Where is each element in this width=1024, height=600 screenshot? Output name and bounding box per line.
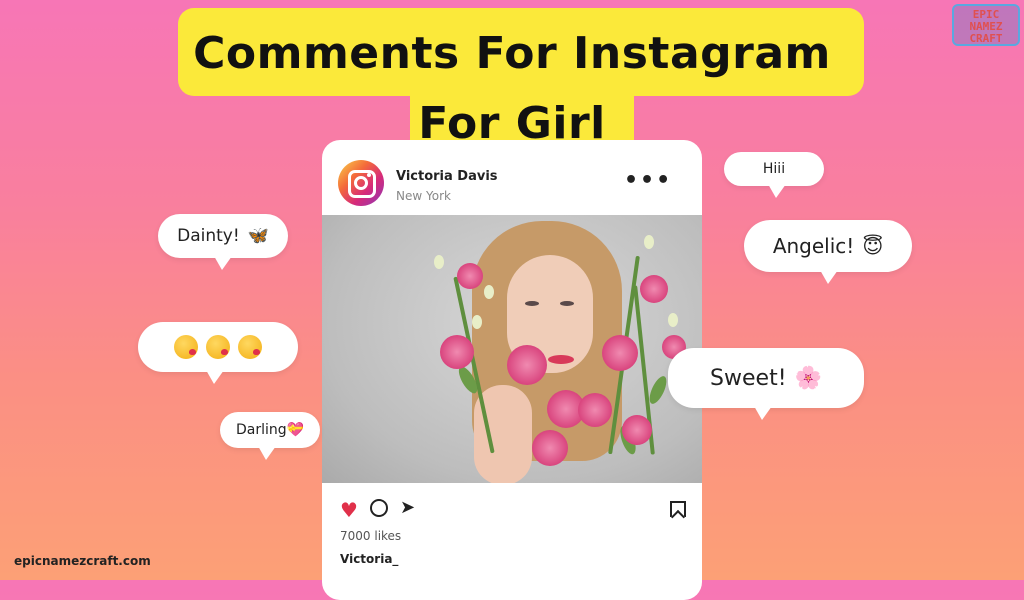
- flower-bud: [668, 313, 678, 327]
- flower-leaf: [646, 373, 670, 407]
- post-location: New York: [396, 189, 451, 203]
- comment-bubble-angelic: Angelic! 😇: [744, 220, 912, 284]
- flower-bud: [644, 235, 654, 249]
- heart-ribbon-icon: 💝: [286, 422, 305, 438]
- photo-eye-left: [525, 301, 539, 306]
- wink-kiss-icon: [238, 335, 262, 359]
- like-heart-icon[interactable]: ♥: [340, 498, 358, 522]
- bubble-text: Hiii: [762, 161, 786, 177]
- comment-bubble-darling: Darling 💝: [220, 412, 320, 460]
- wink-kiss-icon: [174, 335, 198, 359]
- instagram-post-card: Victoria Davis New York ••• ♥ ➤ 7000 lik…: [322, 140, 702, 600]
- flower: [578, 393, 612, 427]
- bubble-tail: [820, 270, 838, 284]
- photo-lips: [548, 355, 574, 364]
- flower: [602, 335, 638, 371]
- post-photo: [322, 215, 702, 483]
- site-url[interactable]: epicnamezcraft.com: [14, 554, 151, 568]
- post-username[interactable]: Victoria Davis: [396, 169, 498, 184]
- flower: [532, 430, 568, 466]
- comment-icon[interactable]: [370, 499, 388, 517]
- bubble-tail: [768, 184, 786, 198]
- bubble-text: Sweet!: [710, 365, 787, 391]
- wink-kiss-icon: [206, 335, 230, 359]
- flower-bud: [472, 315, 482, 329]
- more-options-icon[interactable]: •••: [624, 168, 672, 193]
- bookmark-icon[interactable]: [670, 501, 686, 517]
- cherry-blossom-icon: 🌸: [794, 365, 822, 391]
- flower-bud: [434, 255, 444, 269]
- flower: [622, 415, 652, 445]
- caption-username[interactable]: Victoria_: [340, 552, 398, 566]
- comment-bubble-hiii: Hiii: [724, 152, 824, 198]
- share-icon[interactable]: ➤: [400, 497, 415, 518]
- bubble-text: Angelic!: [772, 234, 855, 258]
- bubble-text: Dainty!: [177, 226, 240, 246]
- photo-eye-right: [560, 301, 574, 306]
- bubble-tail: [214, 256, 232, 270]
- flower: [440, 335, 474, 369]
- butterfly-icon: 🦋: [247, 226, 269, 246]
- flower: [457, 263, 483, 289]
- comment-bubble-winks: [138, 322, 298, 384]
- angel-face-icon: 😇: [862, 234, 884, 258]
- flower-bud: [484, 285, 494, 299]
- page-title-line-1: Comments For Instagram: [193, 28, 831, 79]
- comment-bubble-dainty: Dainty! 🦋: [158, 214, 288, 270]
- instagram-icon: [338, 160, 384, 206]
- flower: [640, 275, 668, 303]
- bubble-tail: [754, 406, 772, 420]
- site-logo: EPIC NAMEZ CRAFT: [952, 4, 1020, 46]
- bubble-tail: [258, 446, 276, 460]
- bubble-text: Darling: [235, 422, 287, 438]
- likes-count: 7000 likes: [340, 529, 402, 543]
- comment-bubble-sweet: Sweet! 🌸: [668, 348, 864, 420]
- bubble-tail: [206, 370, 224, 384]
- flower: [507, 345, 547, 385]
